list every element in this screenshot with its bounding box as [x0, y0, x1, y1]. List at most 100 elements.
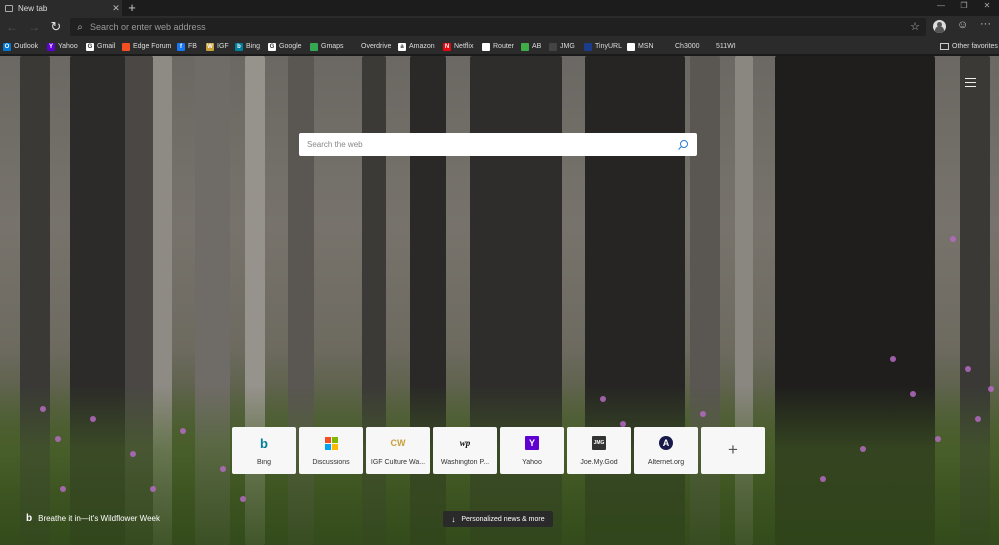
favorite-label: Ch3000: [675, 43, 700, 50]
favorites-bar: Other favorites O Outlook Y Yahoo G Gmail Edge…: [0, 38, 999, 55]
page-settings-menu-icon[interactable]: [965, 78, 976, 90]
quick-link-tile[interactable]: JMG Joe.My.God: [567, 427, 631, 474]
background-wildflower: [220, 466, 226, 472]
tab-new-tab[interactable]: New tab ✕: [0, 0, 122, 16]
gmaps-icon: [310, 42, 318, 51]
background-wildflower: [40, 406, 46, 412]
favorite-ch3000[interactable]: Ch3000: [664, 38, 700, 55]
profile-avatar[interactable]: [933, 20, 946, 33]
favorite-netflix[interactable]: N Netflix: [443, 38, 473, 55]
quick-link-label: Joe.My.God: [580, 459, 618, 466]
favorite-edge-forum[interactable]: Edge Forum: [122, 38, 172, 55]
restore-button[interactable]: ❐: [953, 0, 975, 14]
quick-link-tile[interactable]: A Alternet.org: [634, 427, 698, 474]
quick-link-label: Bing: [256, 459, 271, 466]
forward-arrow-icon[interactable]: →: [26, 19, 42, 35]
close-window-button[interactable]: ✕: [976, 0, 998, 14]
yahoo-icon: Y: [47, 42, 55, 51]
favorite-amazon[interactable]: a Amazon: [398, 38, 435, 55]
msn-icon: [627, 42, 635, 51]
add-quick-link-tile[interactable]: +: [701, 427, 765, 474]
favorite-511wi[interactable]: 511WI: [705, 38, 736, 55]
new-tab-button[interactable]: +: [125, 0, 139, 16]
quick-link-tile[interactable]: Y Yahoo: [500, 427, 564, 474]
favorite-label: Google: [279, 43, 302, 50]
address-input[interactable]: Search or enter web address: [90, 22, 206, 32]
quick-link-tile[interactable]: Discussions: [299, 427, 363, 474]
background-wildflower: [150, 486, 156, 492]
web-search-box[interactable]: Search the web: [299, 133, 697, 156]
favorite-router[interactable]: Router: [482, 38, 514, 55]
favorite-label: Gmail: [97, 43, 116, 50]
favorite-bing[interactable]: b Bing: [235, 38, 260, 55]
favorite-label: Router: [493, 43, 515, 50]
favorite-fb[interactable]: f FB: [177, 38, 197, 55]
favorite-gmaps[interactable]: Gmaps: [310, 38, 344, 55]
background-wildflower: [910, 391, 916, 397]
background-wildflower: [55, 436, 61, 442]
address-bar[interactable]: ⌕ Search or enter web address ☆: [70, 18, 926, 36]
favorite-outlook[interactable]: O Outlook: [3, 38, 38, 55]
favorite-tinyurl[interactable]: TinyURL: [584, 38, 622, 55]
favorite-overdrive[interactable]: Overdrive: [350, 38, 391, 55]
feedback-smiley-icon[interactable]: ☺: [957, 19, 968, 31]
search-icon[interactable]: [677, 139, 689, 151]
overdrive-icon: [350, 42, 358, 51]
title-bar: New tab ✕ + — ❐ ✕: [0, 0, 999, 16]
amazon-icon: a: [398, 42, 406, 51]
microsoft-icon: [324, 436, 338, 450]
ab-icon: [521, 42, 529, 51]
favorite-label: 511WI: [716, 43, 736, 50]
background-wildflower: [90, 416, 96, 422]
other-favorites-folder[interactable]: Other favorites: [940, 38, 998, 55]
web-search-input[interactable]: Search the web: [307, 140, 677, 149]
bing-icon: b: [260, 435, 268, 451]
refresh-icon[interactable]: ↻: [48, 19, 64, 35]
background-wildflower: [820, 476, 826, 482]
favorite-igf[interactable]: W IGF: [206, 38, 229, 55]
background-wildflower: [60, 486, 66, 492]
google-icon: G: [268, 42, 276, 51]
background-wildflower: [600, 396, 606, 402]
quick-link-tile[interactable]: wp Washington P...: [433, 427, 497, 474]
background-wildflower: [890, 356, 896, 362]
image-caption[interactable]: b Breathe it in—it's Wildflower Week: [26, 513, 160, 524]
bing-icon: b: [235, 42, 243, 51]
quick-link-tile[interactable]: b Bing: [232, 427, 296, 474]
joemygod-icon: JMG: [592, 436, 606, 450]
more-options-icon[interactable]: ···: [980, 18, 991, 30]
favorite-gmail[interactable]: G Gmail: [86, 38, 115, 55]
netflix-icon: N: [443, 42, 451, 51]
personalized-news-label: Personalized news & more: [461, 515, 545, 523]
favorite-label: Yahoo: [58, 43, 78, 50]
background-wildflower: [700, 411, 706, 417]
personalized-news-button[interactable]: ↓ Personalized news & more: [443, 511, 553, 527]
favorite-label: IGF: [217, 43, 229, 50]
favorite-google[interactable]: G Google: [268, 38, 302, 55]
favorite-jmg[interactable]: JMG: [549, 38, 575, 55]
bing-logo-icon: b: [26, 513, 33, 524]
favorite-ab[interactable]: AB: [521, 38, 541, 55]
page-icon: [5, 4, 13, 12]
back-arrow-icon[interactable]: ←: [4, 19, 20, 35]
quick-link-tile[interactable]: CW IGF Culture Wa...: [366, 427, 430, 474]
favorite-label: Gmaps: [321, 43, 344, 50]
background-wildflower: [935, 436, 941, 442]
facebook-icon: f: [177, 42, 185, 51]
tinyurl-icon: [584, 42, 592, 51]
511wi-icon: [705, 42, 713, 51]
igf-cw-icon: CW: [390, 438, 406, 448]
background-wildflower: [988, 386, 994, 392]
favorite-yahoo[interactable]: Y Yahoo: [47, 38, 78, 55]
star-icon[interactable]: ☆: [910, 20, 920, 33]
close-tab-icon[interactable]: ✕: [110, 3, 122, 14]
favorite-label: Bing: [246, 43, 261, 50]
background-wildflower: [180, 428, 186, 434]
minimize-button[interactable]: —: [930, 0, 952, 14]
ch3000-icon: [664, 42, 672, 51]
tab-title: New tab: [18, 3, 48, 13]
other-favorites-label: Other favorites: [952, 43, 998, 50]
new-tab-page: Search the web b Bing Discussions CW IGF Cul…: [0, 56, 999, 545]
favorite-msn[interactable]: MSN: [627, 38, 654, 55]
favorite-label: TinyURL: [595, 43, 622, 50]
